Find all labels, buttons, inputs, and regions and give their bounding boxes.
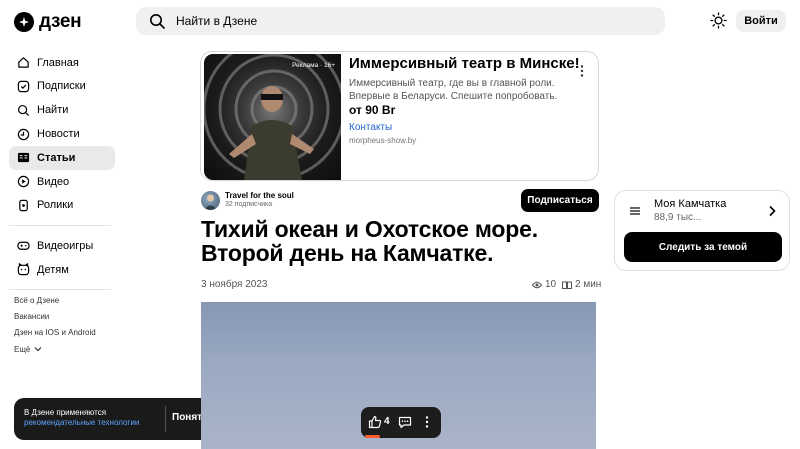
ad-image-art — [204, 54, 341, 180]
search-icon — [17, 104, 30, 116]
list-icon — [630, 207, 640, 215]
shorts-icon — [19, 199, 28, 212]
video-icon — [17, 175, 30, 188]
sidebar-item-label: Подписки — [37, 80, 86, 93]
sidebar-item-label: Видеоигры — [37, 239, 94, 252]
footer-link-more[interactable]: Ещё — [14, 341, 96, 357]
chevron-down-icon — [34, 347, 42, 352]
cookie-toast: В Дзене применяются рекомендательные тех… — [14, 398, 219, 440]
sidebar-item-label: Главная — [37, 56, 79, 69]
search-placeholder: Найти в Дзене — [176, 14, 258, 28]
search-icon — [150, 14, 165, 29]
ad-contacts-link[interactable]: Контакты — [349, 122, 392, 133]
sidebar-item-video[interactable]: Видео — [9, 170, 115, 193]
sidebar-item-subscriptions[interactable]: Подписки — [9, 75, 115, 98]
toast-link[interactable]: рекомендательные технологии — [24, 418, 139, 427]
sidebar-item-label: Найти — [37, 104, 69, 117]
sidebar-footer: Всё о Дзене Вакансии Дзен на IOS и Andro… — [14, 292, 96, 357]
sidebar-item-videogames[interactable]: Видеоигры — [9, 234, 115, 257]
author-subscribers: 32 подписчика — [225, 201, 273, 208]
article-title: Тихий океан и Охотское море. Второй день… — [201, 216, 538, 266]
news-icon — [17, 128, 30, 140]
articles-icon — [17, 153, 30, 163]
more-vertical-icon[interactable] — [424, 415, 430, 429]
toast-divider — [165, 406, 166, 432]
gamepad-icon — [17, 241, 30, 251]
topic-count: 88,9 тыс... — [654, 212, 702, 223]
logo-text: дзен — [39, 11, 82, 32]
sidebar-item-label: Видео — [37, 175, 70, 188]
views-value: 10 — [545, 279, 557, 290]
toast-message: В Дзене применяются — [24, 408, 107, 417]
search-input[interactable]: Найти в Дзене — [136, 7, 665, 35]
ad-image: Реклама · 16+ — [204, 54, 341, 180]
footer-link-apps[interactable]: Дзен на IOS и Android — [14, 325, 96, 341]
kids-icon — [17, 263, 30, 276]
ad-banner[interactable]: Реклама · 16+ Иммерсивный театр в Минске… — [200, 51, 599, 181]
book-icon — [562, 281, 572, 289]
reading-progress-bar — [365, 435, 380, 438]
sidebar-item-home[interactable]: Главная — [9, 51, 115, 74]
sidebar-item-search[interactable]: Найти — [9, 99, 115, 122]
read-time-value: 2 мин — [575, 279, 602, 290]
sidebar-item-label: Ролики — [37, 199, 74, 212]
sidebar-item-label: Новости — [37, 128, 80, 141]
read-time: 2 мин — [562, 279, 601, 290]
eye-icon — [532, 281, 542, 288]
topic-name[interactable]: Моя Камчатка — [654, 198, 726, 210]
ad-badge: Реклама · 16+ — [292, 62, 335, 69]
sidebar-divider — [9, 225, 111, 227]
sidebar-item-label: Статьи — [37, 151, 76, 164]
article-date: 3 ноября 2023 — [201, 279, 268, 290]
sidebar-item-label: Детям — [37, 263, 69, 276]
sidebar-item-kids[interactable]: Детям — [9, 258, 115, 281]
avatar[interactable] — [201, 191, 220, 210]
ad-price: от 90 Br — [349, 103, 396, 117]
footer-more-label: Ещё — [14, 344, 31, 354]
article-action-bar: 4 — [361, 407, 441, 438]
avatar-image — [204, 194, 217, 210]
chevron-right-icon[interactable] — [768, 205, 776, 217]
zen-logo-icon — [14, 12, 34, 32]
sidebar: Главная Подписки Найти Новости Статьи Ви… — [9, 51, 115, 298]
like-count: 4 — [384, 416, 390, 427]
sidebar-item-news[interactable]: Новости — [9, 122, 115, 145]
sidebar-item-shorts[interactable]: Ролики — [9, 194, 115, 217]
home-icon — [18, 57, 29, 68]
thumbs-up-icon[interactable] — [368, 415, 382, 429]
more-vertical-icon[interactable] — [577, 64, 587, 78]
topic-card: Моя Камчатка 88,9 тыс... Следить за темо… — [614, 190, 790, 271]
subscriptions-icon — [17, 80, 30, 93]
login-button[interactable]: Войти — [736, 10, 786, 32]
sidebar-divider — [9, 289, 111, 291]
toast-text: В Дзене применяются рекомендательные тех… — [24, 408, 169, 428]
views-count: 10 — [532, 279, 556, 290]
footer-link-about[interactable]: Всё о Дзене — [14, 292, 96, 308]
sidebar-item-articles[interactable]: Статьи — [9, 146, 115, 170]
author-name[interactable]: Travel for the soul — [225, 191, 294, 200]
subscribe-button[interactable]: Подписаться — [521, 189, 599, 212]
ad-title[interactable]: Иммерсивный театр в Минске! — [349, 55, 580, 72]
zen-logo[interactable]: дзен — [14, 11, 82, 33]
comment-icon[interactable] — [398, 415, 412, 429]
footer-link-jobs[interactable]: Вакансии — [14, 308, 96, 324]
follow-topic-button[interactable]: Следить за темой — [624, 232, 782, 262]
ad-description: Иммерсивный театр, где вы в главной роли… — [349, 78, 558, 102]
ad-domain: morpheus-show.by — [349, 136, 417, 145]
sun-icon[interactable] — [710, 12, 727, 29]
